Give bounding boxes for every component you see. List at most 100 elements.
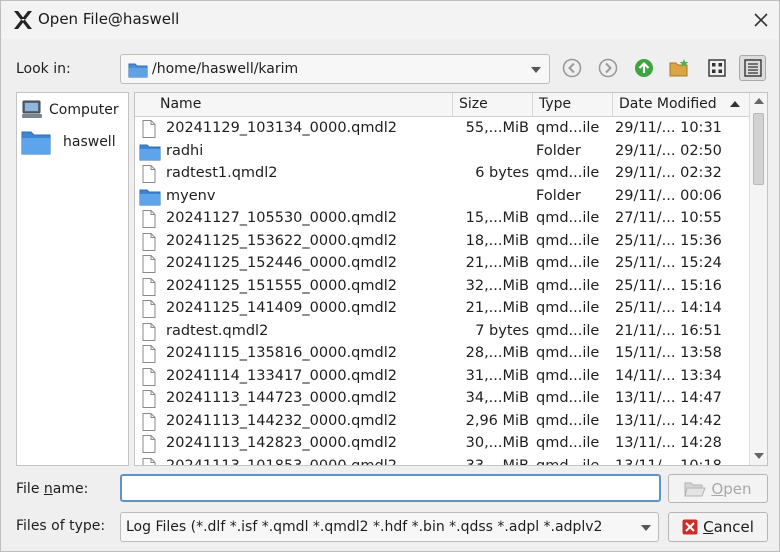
file-type: Folder (536, 187, 581, 204)
cancel-icon (682, 519, 698, 535)
file-size: 33,...MiB (465, 457, 529, 466)
sidebar-item-label: Computer (49, 102, 119, 118)
file-type: qmd...ile (536, 277, 600, 294)
file-type: qmd...ile (536, 232, 600, 249)
table-row[interactable]: 20241115_135816_0000.qmdl2 28,...MiB qmd..… (135, 343, 749, 366)
table-row[interactable]: 20241113_101853_0000.qmdl2 33,...MiB qmd..… (135, 456, 749, 466)
file-icon (139, 300, 159, 318)
table-row[interactable]: radtest1.qmdl2 6 bytes qmd...ile 29/11/... … (135, 163, 749, 186)
file-name: 20241125_151555_0000.qmdl2 (166, 277, 397, 294)
open-folder-icon (684, 482, 707, 496)
file-icon (139, 277, 159, 296)
table-row[interactable]: radtest.qmdl2 7 bytes qmd...ile 21/11/... 1… (135, 321, 749, 344)
column-header-type[interactable]: Type (533, 93, 613, 117)
file-size: 34,...MiB (465, 390, 529, 406)
forward-button[interactable] (594, 55, 621, 81)
folder-icon (21, 131, 51, 155)
table-row[interactable]: 20241113_142823_0000.qmdl2 30,...MiB qmd..… (135, 433, 749, 456)
column-header-label: Size (459, 96, 488, 112)
file-type: qmd...ile (536, 210, 600, 226)
detail-view-button[interactable] (739, 55, 766, 81)
title-bar[interactable]: Open File@haswell (1, 1, 779, 39)
file-icon (139, 210, 159, 228)
file-icon (139, 457, 159, 465)
file-name: 20241125_153622_0000.qmdl2 (166, 232, 397, 249)
file-size: 28,...MiB (465, 345, 529, 361)
table-row[interactable]: 20241125_152446_0000.qmdl2 21,...MiB qmd..… (135, 253, 749, 276)
cancel-button-label: Cancel (703, 518, 754, 536)
table-row[interactable]: radhi Folder 29/11/... 02:50 (135, 141, 749, 164)
file-date: 21/11/... 16:51 (615, 322, 722, 339)
look-in-label: Look in: (16, 61, 71, 77)
file-type: qmd...ile (536, 345, 600, 361)
file-date: 14/11/... 13:34 (615, 367, 722, 384)
scroll-down-icon[interactable] (754, 453, 764, 459)
file-size: 2,96 MiB (465, 412, 529, 429)
label-mnemonic: O (711, 479, 724, 498)
file-size: 15,...MiB (465, 210, 529, 226)
file-name: radhi (166, 142, 204, 159)
file-size: 32,...MiB (465, 277, 529, 294)
file-name-input[interactable] (120, 474, 661, 502)
file-name: 20241125_152446_0000.qmdl2 (166, 255, 397, 271)
scroll-up-icon[interactable] (754, 98, 764, 104)
label-part: pen (723, 479, 752, 498)
new-folder-button[interactable] (666, 55, 693, 81)
file-icon (139, 120, 159, 138)
file-type: qmd...ile (536, 367, 600, 384)
table-row[interactable]: 20241113_144232_0000.qmdl2 2,96 MiB qmd...… (135, 411, 749, 434)
sidebar-item-computer[interactable]: Computer (21, 98, 119, 122)
label-part: ame: (52, 481, 89, 497)
table-row[interactable]: 20241114_133417_0000.qmdl2 31,...MiB qmd..… (135, 366, 749, 389)
parent-directory-button[interactable] (630, 55, 657, 81)
table-row[interactable]: 20241125_153622_0000.qmdl2 18,...MiB qmd..… (135, 231, 749, 254)
look-in-combobox[interactable]: /home/haswell/karim (120, 54, 550, 84)
file-type: Folder (536, 142, 581, 159)
file-name: radtest1.qmdl2 (166, 165, 278, 181)
vertical-scrollbar[interactable] (749, 93, 767, 465)
file-type-combobox[interactable]: Log Files (*.dlf *.isf *.qmdl *.qmdl2 *.… (120, 512, 659, 542)
cancel-button[interactable]: Cancel (668, 512, 768, 542)
file-icon (139, 232, 159, 251)
list-view-button[interactable] (703, 55, 730, 81)
file-type: qmd...ile (536, 255, 600, 271)
new-folder-icon (669, 59, 688, 77)
file-date: 25/11/... 15:16 (615, 277, 722, 294)
column-header-name[interactable]: Name (135, 93, 453, 117)
file-date: 25/11/... 14:14 (615, 300, 722, 316)
file-name: 20241129_103134_0000.qmdl2 (166, 120, 397, 136)
file-type: qmd...ile (536, 412, 600, 429)
scrollbar-thumb[interactable] (753, 113, 764, 185)
file-type: qmd...ile (536, 322, 600, 339)
column-header-size[interactable]: Size (453, 93, 533, 117)
arrow-right-icon (598, 58, 617, 78)
list-view-icon (707, 59, 726, 77)
file-type: qmd...ile (536, 457, 600, 466)
file-icon (139, 255, 159, 273)
sidebar-item-label: haswell (63, 134, 116, 150)
file-date: 13/11/... 10:18 (615, 457, 722, 466)
file-name: 20241125_141409_0000.qmdl2 (166, 300, 397, 316)
table-row[interactable]: 20241129_103134_0000.qmdl2 55,...MiB qmd..… (135, 118, 749, 141)
file-name: 20241115_135816_0000.qmdl2 (166, 345, 397, 361)
file-type-label: Files of type: (16, 518, 106, 534)
file-name: 20241114_133417_0000.qmdl2 (166, 367, 397, 384)
table-row[interactable]: myenv Folder 29/11/... 00:06 (135, 186, 749, 209)
open-button[interactable]: Open (668, 474, 768, 503)
file-icon (139, 390, 159, 408)
back-button[interactable] (558, 55, 585, 81)
close-button[interactable] (747, 7, 775, 33)
table-row[interactable]: 20241125_151555_0000.qmdl2 32,...MiB qmd..… (135, 276, 749, 299)
file-rows: 20241129_103134_0000.qmdl2 55,...MiB qmd..… (135, 118, 749, 466)
sidebar-item-haswell[interactable]: haswell (21, 130, 116, 155)
table-row[interactable]: 20241113_144723_0000.qmdl2 34,...MiB qmd..… (135, 388, 749, 411)
column-header-date[interactable]: Date Modified (613, 93, 749, 117)
file-size: 31,...MiB (465, 367, 529, 384)
file-date: 27/11/... 10:55 (615, 210, 722, 226)
table-row[interactable]: 20241125_141409_0000.qmdl2 21,...MiB qmd..… (135, 298, 749, 321)
close-icon (754, 13, 768, 27)
file-list-header: Name Size Type Date Modified (135, 93, 749, 117)
table-row[interactable]: 20241127_105530_0000.qmdl2 15,...MiB qmd..… (135, 208, 749, 231)
file-name-label: File name: (16, 481, 88, 497)
file-list[interactable]: Name Size Type Date Modified 20241129_10… (134, 92, 768, 466)
